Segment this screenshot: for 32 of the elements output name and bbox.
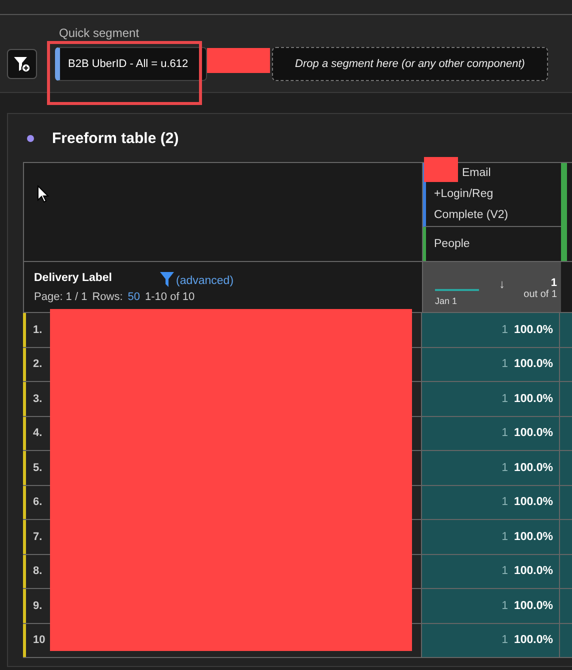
row-range: 1-10 of 10 [145, 291, 195, 303]
add-filter-button[interactable] [7, 49, 37, 79]
date-label: Jan 1 [435, 296, 458, 306]
page-indicator: Page: 1 / 1 [34, 291, 88, 303]
panel-title: Freeform table (2) [52, 130, 179, 146]
filter-icon[interactable] [160, 272, 174, 287]
dimension-title: Delivery Label [34, 272, 113, 284]
metric-cell: 1 100.0% [422, 520, 560, 554]
metric-cell: 1 100.0% [422, 624, 560, 657]
sparkline [435, 289, 479, 292]
metric-cell: 1 100.0% [422, 382, 560, 416]
filter-add-icon [13, 55, 31, 73]
cursor-icon [37, 185, 49, 203]
metric-cell: 1 100.0% [422, 554, 560, 588]
panel-dot-icon [27, 134, 34, 142]
metric-cell: 1 100.0% [422, 416, 560, 450]
metric-cell: 1 100.0% [422, 313, 560, 346]
rows-per-page-link[interactable]: 50 [128, 291, 140, 303]
advanced-filter-link[interactable]: (advanced) [176, 275, 234, 287]
metric-cell: 1 100.0% [422, 486, 560, 519]
quick-segment-label: Quick segment [59, 26, 140, 40]
segment-chip[interactable]: B2B UberID - All = u.612 [55, 47, 207, 81]
total-value: 1 [550, 277, 557, 289]
segment-drop-zone[interactable]: Drop a segment here (or any other component) [272, 47, 548, 81]
redaction-box [207, 48, 270, 73]
metric-cell: 1 100.0% [422, 451, 560, 484]
redaction-box [424, 157, 458, 182]
rows-label: Rows: [92, 291, 123, 303]
total-note: out of 1 [524, 289, 557, 300]
metric-cell: 1 100.0% [422, 589, 560, 622]
metric-cell: 1 100.0% [422, 348, 560, 381]
sort-arrow[interactable]: ↓ [499, 277, 505, 291]
